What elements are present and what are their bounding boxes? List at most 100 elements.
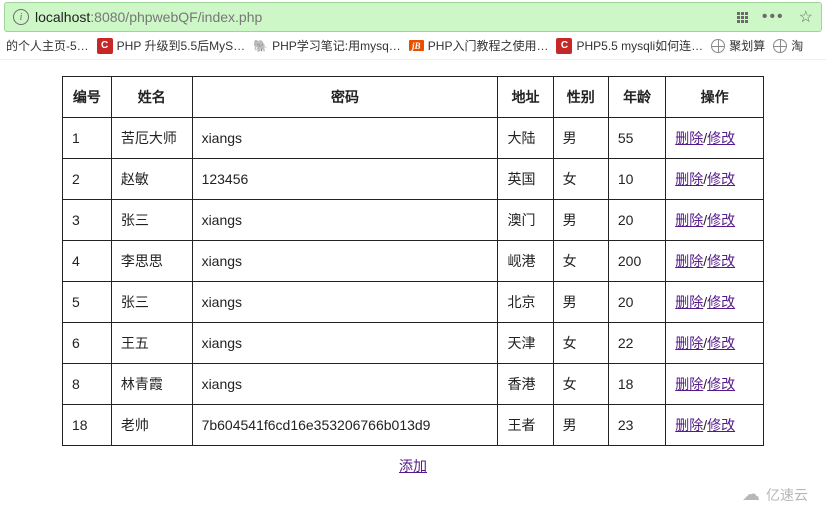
bookmark-item[interactable]: 淘 [773,37,803,54]
edit-link[interactable]: 修改 [707,130,735,146]
cell-actions: 删除/修改 [666,323,764,364]
cell-age: 20 [608,200,665,241]
delete-link[interactable]: 删除 [675,417,703,433]
col-header-actions: 操作 [666,77,764,118]
url-host: localhost [35,9,90,25]
edit-link[interactable]: 修改 [707,253,735,269]
cell-gender: 男 [553,282,608,323]
bookmark-label: 聚划算 [729,37,765,54]
col-header-address: 地址 [498,77,553,118]
cell-actions: 删除/修改 [666,405,764,446]
delete-link[interactable]: 删除 [675,376,703,392]
bookmark-item[interactable]: 🐘 PHP学习笔记:用mysq… [253,37,401,54]
cell-address: 英国 [498,159,553,200]
delete-link[interactable]: 删除 [675,253,703,269]
delete-link[interactable]: 删除 [675,335,703,351]
bookmark-label: PHP5.5 mysqli如何连… [576,37,703,54]
bookmark-item[interactable]: C PHP5.5 mysqli如何连… [556,37,703,54]
col-header-age: 年龄 [608,77,665,118]
address-bar: i localhost:8080/phpwebQF/index.php ••• … [4,2,822,32]
delete-link[interactable]: 删除 [675,212,703,228]
cell-actions: 删除/修改 [666,241,764,282]
globe-icon [711,39,725,53]
cell-gender: 女 [553,159,608,200]
url-display[interactable]: localhost:8080/phpwebQF/index.php [35,9,737,25]
site-icon: 🐘 [253,39,268,53]
cell-password: xiangs [192,241,498,282]
table-row: 8林青霞xiangs香港女18删除/修改 [63,364,764,405]
bookmark-item[interactable]: 的个人主页-5… [6,37,89,54]
edit-link[interactable]: 修改 [707,212,735,228]
edit-link[interactable]: 修改 [707,376,735,392]
cell-password: xiangs [192,118,498,159]
cell-password: 123456 [192,159,498,200]
edit-link[interactable]: 修改 [707,335,735,351]
delete-link[interactable]: 删除 [675,130,703,146]
col-header-gender: 性别 [553,77,608,118]
cell-actions: 删除/修改 [666,364,764,405]
cell-gender: 女 [553,323,608,364]
bookmark-label: 的个人主页-5… [6,37,89,54]
site-icon: C [97,38,113,54]
cell-gender: 男 [553,200,608,241]
cell-gender: 女 [553,364,608,405]
table-row: 3张三xiangs澳门男20删除/修改 [63,200,764,241]
cell-id: 5 [63,282,112,323]
col-header-password: 密码 [192,77,498,118]
cell-age: 20 [608,282,665,323]
table-row: 5张三xiangs北京男20删除/修改 [63,282,764,323]
watermark: ☁ 亿速云 [742,484,808,505]
delete-link[interactable]: 删除 [675,294,703,310]
table-row: 2赵敏123456英国女10删除/修改 [63,159,764,200]
cell-gender: 男 [553,405,608,446]
table-row: 1苦厄大师xiangs大陆男55删除/修改 [63,118,764,159]
cell-age: 18 [608,364,665,405]
add-link[interactable]: 添加 [399,458,427,474]
cell-address: 北京 [498,282,553,323]
cell-name: 老帅 [111,405,192,446]
page-content: 编号 姓名 密码 地址 性别 年龄 操作 1苦厄大师xiangs大陆男55删除/… [0,60,826,476]
cell-age: 23 [608,405,665,446]
cell-address: 澳门 [498,200,553,241]
cell-age: 200 [608,241,665,282]
table-row: 4李思思xiangs岘港女200删除/修改 [63,241,764,282]
edit-link[interactable]: 修改 [707,294,735,310]
bookmark-item[interactable]: 聚划算 [711,37,765,54]
cell-address: 王者 [498,405,553,446]
bookmark-star-icon[interactable]: ☆ [799,7,813,27]
cell-name: 张三 [111,200,192,241]
qr-icon[interactable] [737,12,748,23]
edit-link[interactable]: 修改 [707,417,735,433]
cell-gender: 男 [553,118,608,159]
cell-id: 3 [63,200,112,241]
cell-actions: 删除/修改 [666,118,764,159]
edit-link[interactable]: 修改 [707,171,735,187]
bookmarks-bar: 的个人主页-5… C PHP 升级到5.5后MyS… 🐘 PHP学习笔记:用my… [0,32,826,60]
cell-address: 岘港 [498,241,553,282]
bookmark-item[interactable]: C PHP 升级到5.5后MyS… [97,37,245,54]
more-actions-icon[interactable]: ••• [762,9,785,25]
col-header-id: 编号 [63,77,112,118]
cell-actions: 删除/修改 [666,200,764,241]
cell-id: 18 [63,405,112,446]
site-icon: jB [409,40,424,51]
delete-link[interactable]: 删除 [675,171,703,187]
bookmark-label: PHP入门教程之使用… [428,37,549,54]
globe-icon [773,39,787,53]
cell-password: xiangs [192,323,498,364]
bookmark-item[interactable]: jB PHP入门教程之使用… [409,37,549,54]
cell-id: 2 [63,159,112,200]
site-icon: C [556,38,572,54]
cell-name: 王五 [111,323,192,364]
site-info-icon[interactable]: i [13,9,29,25]
cell-gender: 女 [553,241,608,282]
cell-age: 55 [608,118,665,159]
cloud-icon: ☁ [742,484,760,505]
cell-address: 香港 [498,364,553,405]
table-row: 18老帅7b604541f6cd16e353206766b013d9王者男23删… [63,405,764,446]
watermark-text: 亿速云 [766,485,808,505]
cell-id: 4 [63,241,112,282]
bookmark-label: 淘 [791,37,803,54]
col-header-name: 姓名 [111,77,192,118]
data-table: 编号 姓名 密码 地址 性别 年龄 操作 1苦厄大师xiangs大陆男55删除/… [62,76,764,446]
